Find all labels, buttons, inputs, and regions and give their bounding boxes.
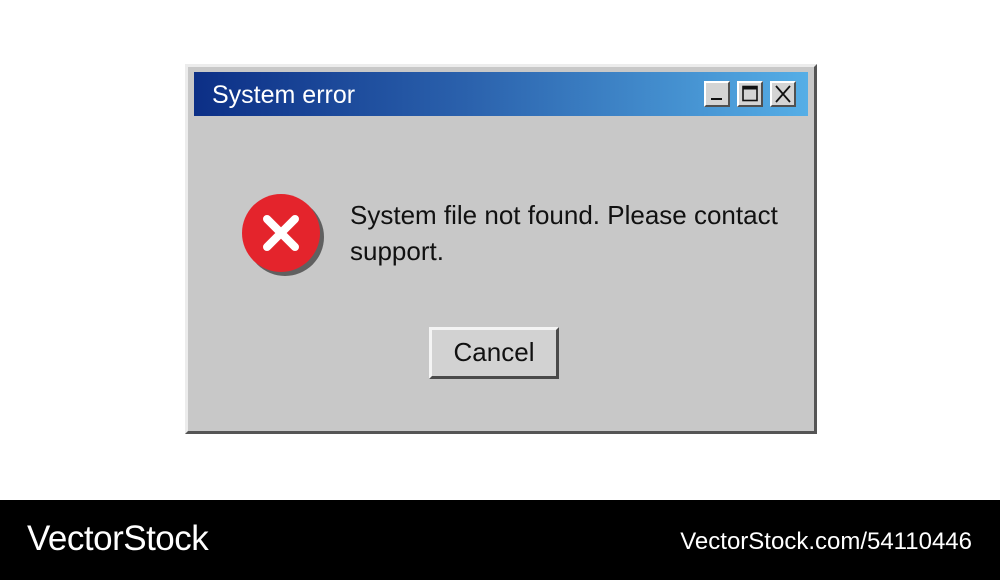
stage: System error System file not found. Plea… [0, 0, 1000, 580]
title-bar[interactable]: System error [194, 72, 808, 116]
minimize-icon [711, 98, 722, 100]
maximize-icon [742, 85, 758, 102]
window-title: System error [212, 81, 356, 109]
cancel-button[interactable]: Cancel [429, 327, 559, 379]
error-icon [242, 194, 324, 276]
watermark-reference: VectorStock.com/54110446 [680, 528, 972, 555]
close-icon [775, 85, 791, 103]
close-button[interactable] [770, 81, 796, 107]
maximize-button[interactable] [737, 81, 763, 107]
minimize-button[interactable] [704, 81, 730, 107]
watermark-brand: VectorStock [27, 519, 209, 558]
watermark-bar: VectorStock VectorStock.com/54110446 [0, 500, 1000, 580]
error-dialog: System error System file not found. Plea… [185, 64, 817, 434]
error-message: System file not found. Please contact su… [350, 200, 778, 266]
